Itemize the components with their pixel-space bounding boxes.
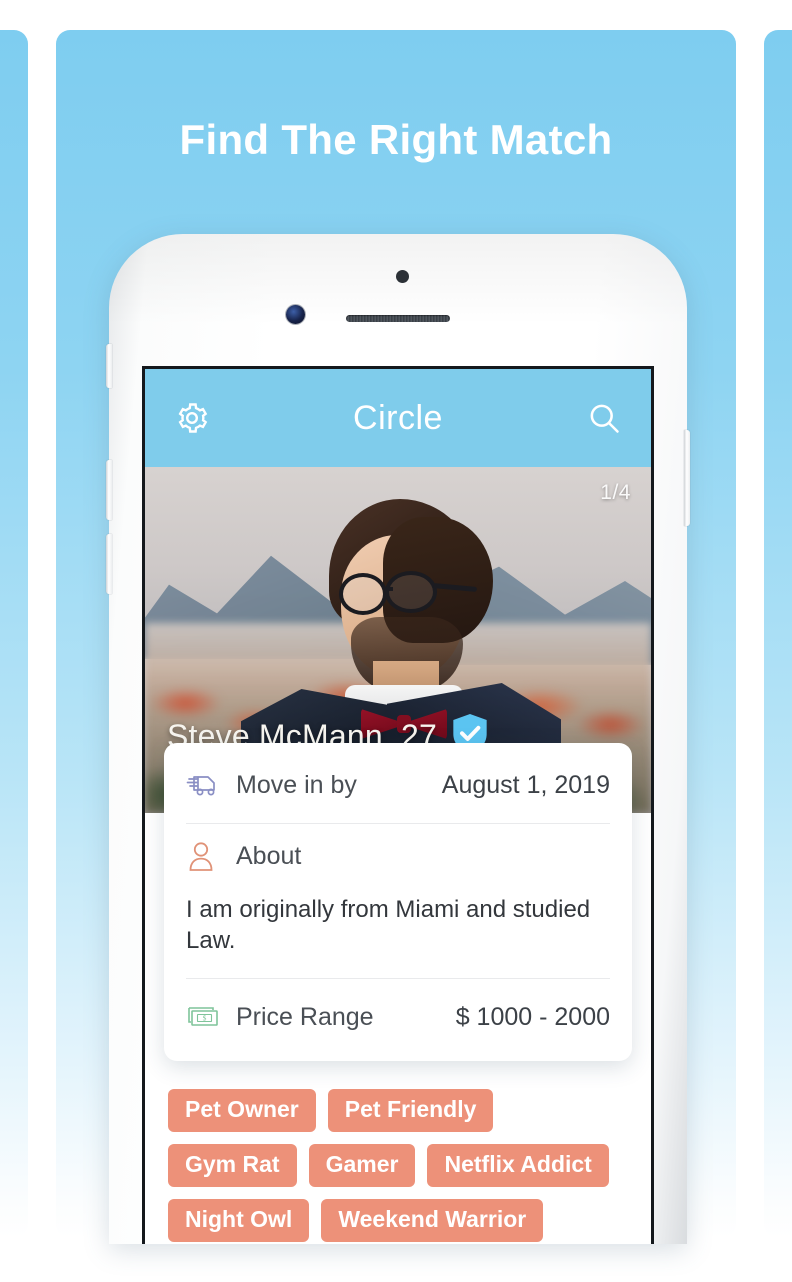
tag-netflix-addict[interactable]: Netflix Addict	[427, 1144, 609, 1188]
info-label-about: About	[236, 841, 302, 870]
phone-screen: Circle 1/4 Steve McMann, 27 Move in by A…	[142, 366, 654, 1244]
info-label-price-range: Price Range	[236, 1002, 374, 1031]
info-label-move-in-by: Move in by	[236, 770, 357, 799]
money-bills-icon: $	[186, 1004, 226, 1030]
tag-gym-rat[interactable]: Gym Rat	[168, 1144, 297, 1188]
app-title: Circle	[353, 398, 443, 437]
tag-night-owl[interactable]: Night Owl	[168, 1199, 310, 1243]
tag-gamer[interactable]: Gamer	[308, 1144, 416, 1188]
proximity-sensor-icon	[396, 270, 409, 283]
person-outline-icon	[186, 840, 226, 872]
volume-down-button[interactable]	[106, 534, 112, 594]
info-row-about: About	[186, 824, 610, 888]
volume-up-button[interactable]	[106, 460, 112, 520]
photo-counter: 1/4	[600, 481, 631, 504]
tag-weekend-warrior[interactable]: Weekend Warrior	[321, 1199, 544, 1243]
carousel-panel-previous[interactable]	[0, 30, 28, 1238]
info-value-move-in-by: August 1, 2019	[441, 770, 610, 799]
power-button[interactable]	[684, 430, 690, 526]
info-row-move-in-by: Move in by August 1, 2019	[186, 747, 610, 823]
profile-info-card-wrapper: Move in by August 1, 2019 About I am ori…	[145, 743, 651, 1062]
gear-icon[interactable]	[171, 397, 213, 439]
info-row-price-range: $ Price Range $ 1000 - 2000	[186, 979, 610, 1055]
tag-pet-owner[interactable]: Pet Owner	[168, 1089, 316, 1133]
info-value-price-range: $ 1000 - 2000	[455, 1002, 610, 1031]
svg-text:$: $	[203, 1014, 207, 1023]
profile-info-card: Move in by August 1, 2019 About I am ori…	[164, 743, 632, 1062]
moving-truck-icon	[186, 771, 226, 799]
screen-empty-area	[145, 1242, 651, 1244]
front-camera-icon	[286, 305, 305, 324]
app-store-screenshot-stage: Find The Right Match Circle 1/4 Steve Mc…	[0, 0, 792, 1282]
tag-pet-friendly[interactable]: Pet Friendly	[327, 1089, 494, 1133]
carousel-panel-next[interactable]	[764, 30, 792, 1238]
about-text: I am originally from Miami and studied L…	[186, 896, 591, 955]
profile-tags-list: Pet Owner Pet Friendly Gym Rat Gamer Net…	[145, 1061, 651, 1243]
phone-mockup: Circle 1/4 Steve McMann, 27 Move in by A…	[106, 234, 690, 1244]
search-icon[interactable]	[583, 397, 625, 439]
page-headline: Find The Right Match	[179, 116, 613, 163]
app-navbar: Circle	[145, 369, 651, 467]
silent-switch-button[interactable]	[106, 344, 112, 388]
earpiece-speaker-icon	[346, 315, 450, 322]
